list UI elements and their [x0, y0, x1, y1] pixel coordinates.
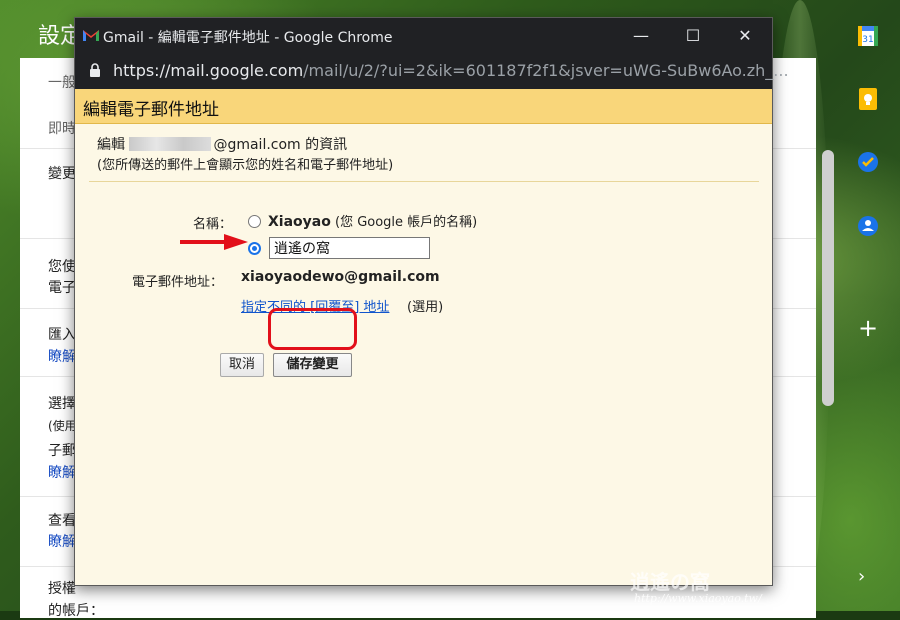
minimize-button[interactable]: —: [631, 26, 651, 46]
bg-learn-more-link[interactable]: 瞭解: [48, 346, 76, 366]
window-title: Gmail - 編輯電子郵件地址 - Google Chrome: [103, 30, 393, 46]
dialog-title: 編輯電子郵件地址: [83, 100, 219, 120]
title-bar: Gmail - 編輯電子郵件地址 - Google Chrome — ☐ ✕: [75, 18, 772, 53]
tasks-icon[interactable]: [856, 150, 880, 174]
calendar-day: 31: [862, 35, 873, 45]
name-label: 名稱：: [193, 217, 233, 232]
google-name-note: (您 Google 帳戶的名稱): [335, 215, 478, 230]
save-button[interactable]: 儲存變更: [273, 353, 352, 377]
bg-label: (使用: [48, 419, 77, 433]
url-host: https://mail.google.com: [113, 61, 304, 80]
bg-label-change: 變更: [48, 166, 76, 182]
keep-icon[interactable]: [856, 87, 880, 111]
address-bar[interactable]: https://mail.google.com/mail/u/2/?ui=2&i…: [75, 53, 789, 89]
edit-prefix: 編輯: [97, 137, 125, 153]
add-icon[interactable]: +: [858, 314, 878, 342]
red-arrow-annotation: [180, 234, 248, 250]
email-label: 電子郵件地址：: [132, 275, 224, 290]
chrome-popup-window: Gmail - 編輯電子郵件地址 - Google Chrome — ☐ ✕ h…: [74, 17, 789, 586]
edit-info-line: 編輯 @gmail.com 的資訊: [97, 134, 347, 154]
gmail-icon: [83, 30, 99, 41]
calendar-icon[interactable]: 31: [856, 24, 880, 48]
bg-learn-more-link[interactable]: 瞭解: [48, 462, 76, 482]
bg-label-grant: 授權: [48, 581, 76, 597]
dialog-header: 編輯電子郵件地址: [75, 89, 772, 124]
radio-google-name[interactable]: [248, 215, 261, 228]
bg-tab-chat[interactable]: 即時: [48, 118, 76, 138]
page-content: 編輯電子郵件地址 編輯 @gmail.com 的資訊 (您所傳送的郵件上會顯示您…: [75, 89, 772, 585]
divider: [89, 181, 759, 182]
edit-email-suffix: @gmail.com 的資訊: [213, 137, 348, 153]
lock-icon: [90, 63, 100, 77]
settings-scrollbar[interactable]: [822, 150, 834, 406]
email-value: xiaoyaodewo@gmail.com: [241, 269, 440, 285]
bg-label-view: 查看: [48, 513, 76, 529]
contacts-icon[interactable]: [856, 214, 880, 238]
bg-label: 的帳戶：: [48, 603, 104, 619]
redacted-email: [129, 137, 212, 151]
bg-label-select: 選擇: [48, 396, 76, 412]
bg-tab-general[interactable]: 一般: [48, 72, 76, 92]
maximize-button[interactable]: ☐: [683, 26, 703, 46]
reply-to-optional: (選用): [407, 300, 444, 315]
bg-learn-more-link[interactable]: 瞭解: [48, 531, 76, 551]
google-name: Xiaoyao: [268, 214, 331, 230]
close-button[interactable]: ✕: [735, 26, 755, 46]
watermark-url: http://www.xiaoyao.tw/: [634, 592, 762, 605]
bg-label: 電子: [48, 280, 76, 296]
dialog-body: 編輯 @gmail.com 的資訊 (您所傳送的郵件上會顯示您的姓名和電子郵件地…: [75, 124, 772, 585]
expand-icon[interactable]: ›: [858, 566, 865, 587]
dialog-subtitle: (您所傳送的郵件上會顯示您的姓名和電子郵件地址): [97, 158, 394, 173]
custom-name-input[interactable]: [269, 237, 430, 259]
radio-custom-name[interactable]: [248, 242, 261, 255]
red-highlight-annotation: [268, 308, 357, 350]
url-path: /mail/u/2/?ui=2&ik=601187f2f1&jsver=uWG-…: [303, 61, 789, 80]
watermark-logo: 逍遙の窩: [630, 570, 710, 594]
bg-label-import: 匯入: [48, 327, 76, 343]
url-text[interactable]: https://mail.google.com/mail/u/2/?ui=2&i…: [113, 61, 789, 80]
option-google-name[interactable]: Xiaoyao (您 Google 帳戶的名稱): [268, 211, 477, 230]
bg-label: 子郵: [48, 443, 76, 459]
bg-label: 您使: [48, 259, 76, 275]
cancel-button[interactable]: 取消: [220, 353, 264, 377]
